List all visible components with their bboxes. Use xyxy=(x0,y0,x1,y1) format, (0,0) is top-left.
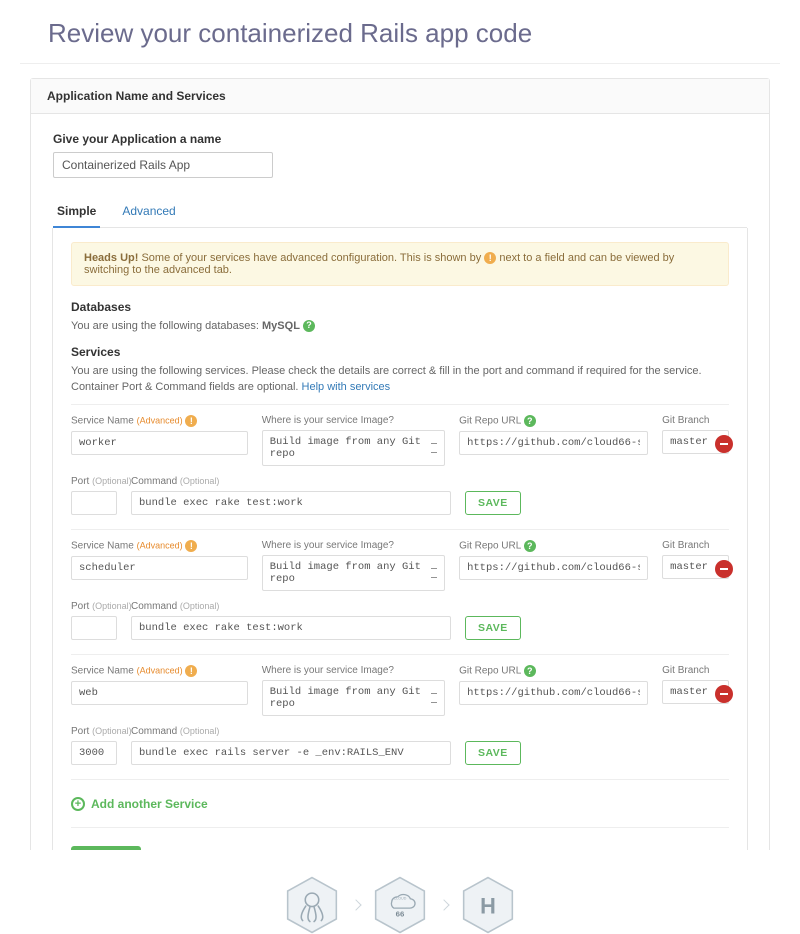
alert-prefix: Heads Up! xyxy=(84,252,138,264)
add-service-row: + Add another Service xyxy=(71,779,729,828)
cloud66-icon: 66 CLOUD xyxy=(374,876,426,934)
remove-service-button[interactable] xyxy=(715,685,733,703)
help-with-services-link[interactable]: Help with services xyxy=(302,381,391,393)
databases-text: You are using the following databases: M… xyxy=(71,318,729,335)
port-input[interactable] xyxy=(71,741,117,765)
octopus-icon xyxy=(286,876,338,934)
service-row: Service Name (Advanced) ! Where is your … xyxy=(71,654,729,779)
command-label: Command (Optional) xyxy=(131,726,451,737)
image-source-select[interactable]: Build image from any Git repo xyxy=(262,430,445,466)
service-name-input[interactable] xyxy=(71,556,248,580)
app-name-label: Give your Application a name xyxy=(53,132,747,146)
image-source-select[interactable]: Build image from any Git repo xyxy=(262,680,445,716)
db-text-prefix: You are using the following databases: xyxy=(71,320,262,332)
add-another-label: Add another Service xyxy=(91,797,208,811)
ok-badge-icon: ? xyxy=(303,320,315,332)
letter-h-icon: H xyxy=(462,876,514,934)
services-text: You are using the following services. Pl… xyxy=(71,363,729,396)
page-title: Review your containerized Rails app code xyxy=(20,0,780,64)
panel-header: Application Name and Services xyxy=(31,79,769,114)
git-repo-label: Git Repo URL ? xyxy=(459,665,648,677)
warning-badge-icon: ! xyxy=(185,665,197,677)
svg-text:CLOUD: CLOUD xyxy=(394,896,407,900)
save-button[interactable]: SAVE xyxy=(465,616,521,640)
service-row: Service Name (Advanced) ! Where is your … xyxy=(71,404,729,529)
service-name-label: Service Name (Advanced) ! xyxy=(71,665,248,677)
tab-advanced[interactable]: Advanced xyxy=(118,196,179,228)
port-input[interactable] xyxy=(71,616,117,640)
command-input[interactable] xyxy=(131,491,451,515)
command-label: Command (Optional) xyxy=(131,476,451,487)
image-source-select[interactable]: Build image from any Git repo xyxy=(262,555,445,591)
git-branch-label: Git Branch xyxy=(662,665,729,676)
tab-pane-simple: Heads Up! Some of your services have adv… xyxy=(52,228,748,885)
heads-up-alert: Heads Up! Some of your services have adv… xyxy=(71,242,729,286)
databases-heading: Databases xyxy=(71,300,729,314)
tabs: Simple Advanced xyxy=(53,196,747,228)
port-input[interactable] xyxy=(71,491,117,515)
port-label: Port (Optional) xyxy=(71,476,117,487)
chevron-right-icon xyxy=(350,899,361,910)
git-branch-label: Git Branch xyxy=(662,540,729,551)
service-name-input[interactable] xyxy=(71,431,248,455)
port-label: Port (Optional) xyxy=(71,601,117,612)
image-source-label: Where is your service Image? xyxy=(262,415,445,426)
git-branch-label: Git Branch xyxy=(662,415,729,426)
cancel-button[interactable]: CANCEL xyxy=(157,856,205,868)
services-heading: Services xyxy=(71,345,729,359)
hex-icon-row: 66 CLOUD H xyxy=(0,876,800,934)
chevron-right-icon xyxy=(438,899,449,910)
db-value: MySQL xyxy=(262,320,300,332)
next-button[interactable]: NEXT xyxy=(71,846,141,878)
git-repo-label: Git Repo URL ? xyxy=(459,415,648,427)
command-label: Command (Optional) xyxy=(131,601,451,612)
plus-icon: + xyxy=(71,797,85,811)
git-repo-input[interactable] xyxy=(459,681,648,705)
ok-badge-icon: ? xyxy=(524,665,536,677)
command-input[interactable] xyxy=(131,616,451,640)
warning-badge-icon: ! xyxy=(484,252,496,264)
ok-badge-icon: ? xyxy=(524,540,536,552)
app-name-input[interactable] xyxy=(53,152,273,178)
alert-text-1: Some of your services have advanced conf… xyxy=(138,252,484,264)
remove-service-button[interactable] xyxy=(715,560,733,578)
git-repo-label: Git Repo URL ? xyxy=(459,540,648,552)
ok-badge-icon: ? xyxy=(524,415,536,427)
image-source-label: Where is your service Image? xyxy=(262,665,445,676)
git-repo-input[interactable] xyxy=(459,556,648,580)
image-source-label: Where is your service Image? xyxy=(262,540,445,551)
service-row: Service Name (Advanced) ! Where is your … xyxy=(71,529,729,654)
warning-badge-icon: ! xyxy=(185,540,197,552)
service-name-input[interactable] xyxy=(71,681,248,705)
git-repo-input[interactable] xyxy=(459,431,648,455)
save-button[interactable]: SAVE xyxy=(465,741,521,765)
save-button[interactable]: SAVE xyxy=(465,491,521,515)
service-name-label: Service Name (Advanced) ! xyxy=(71,415,248,427)
tab-simple[interactable]: Simple xyxy=(53,196,100,228)
command-input[interactable] xyxy=(131,741,451,765)
service-name-label: Service Name (Advanced) ! xyxy=(71,540,248,552)
svg-text:H: H xyxy=(480,893,496,918)
app-panel: Application Name and Services Give your … xyxy=(30,78,770,898)
remove-service-button[interactable] xyxy=(715,435,733,453)
add-another-service-link[interactable]: + Add another Service xyxy=(71,797,208,811)
svg-text:66: 66 xyxy=(396,909,405,918)
warning-badge-icon: ! xyxy=(185,415,197,427)
port-label: Port (Optional) xyxy=(71,726,117,737)
